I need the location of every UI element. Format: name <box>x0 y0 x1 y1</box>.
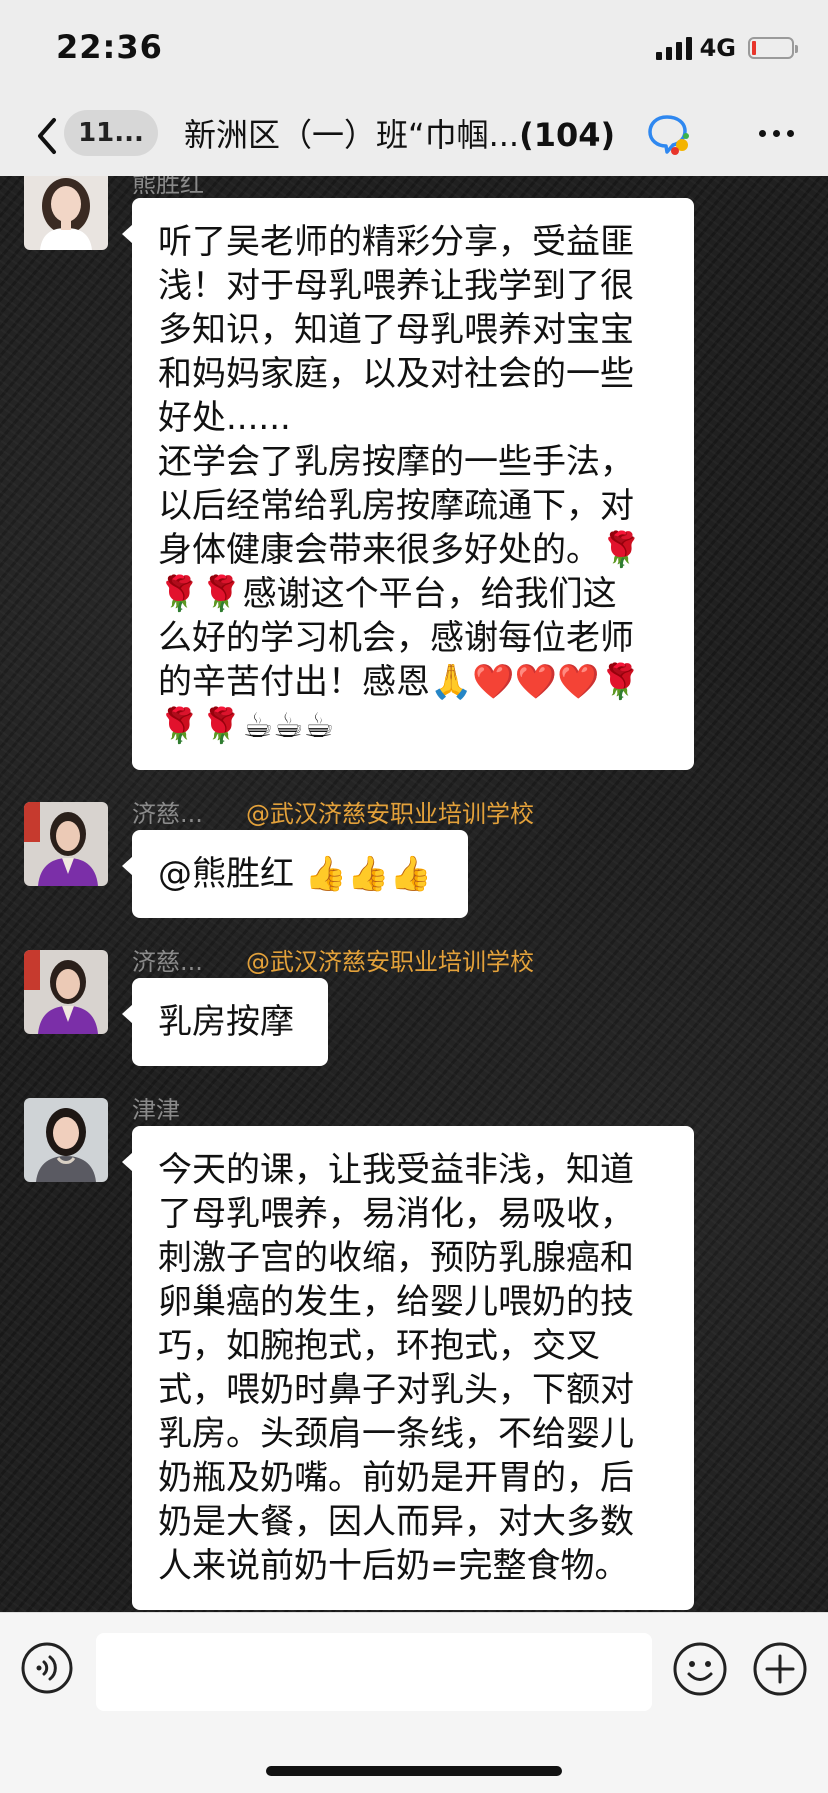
message-line: 身体健康会带来很多好处的。🌹 <box>158 530 643 570</box>
message-line: 听了吴老师的精彩分享，受益匪 <box>158 222 634 262</box>
emoji-icon[interactable] <box>672 1641 728 1697</box>
input-bar <box>0 1612 828 1793</box>
message-line: 和妈妈家庭，以及对社会的一些 <box>158 354 634 394</box>
sender-name: 津津 <box>132 1096 180 1124</box>
message-line: 以后经常给乳房按摩疏通下，对 <box>158 486 634 526</box>
message-line: 人来说前奶十后奶=完整食物。 <box>158 1546 629 1586</box>
avatar[interactable] <box>24 802 108 886</box>
avatar[interactable] <box>24 950 108 1034</box>
avatar[interactable] <box>24 176 108 250</box>
message-input[interactable] <box>96 1633 652 1711</box>
message-bubble[interactable]: 今天的课，让我受益非浅，知道 了母乳喂养，易消化，易吸收， 刺激子宫的收缩，预防… <box>122 1126 694 1610</box>
message-line: 了母乳喂养，易消化，易吸收， <box>158 1194 634 1234</box>
top-bar: 22:36 4G 11... 新洲区（一）班“巾帼...(104) <box>0 0 828 176</box>
battery-icon <box>748 37 798 59</box>
message-line: 么好的学习机会，感谢每位老师 <box>158 618 634 658</box>
chat-header: 11... 新洲区（一）班“巾帼...(104) <box>0 100 828 176</box>
chat-area[interactable]: 熊胜红 听了吴老师的精彩分享，受益匪 浅！对于母乳喂养让我学到了很 多知识，知道… <box>0 176 828 1612</box>
status-indicators: 4G <box>655 34 798 62</box>
message-bubble[interactable]: @熊胜红 👍👍👍 <box>122 830 468 918</box>
plus-icon[interactable] <box>752 1641 808 1697</box>
message-line: 🌹🌹☕☕☕ <box>158 706 335 746</box>
sender-name: 熊胜红 <box>132 176 204 198</box>
message-bubble[interactable]: 听了吴老师的精彩分享，受益匪 浅！对于母乳喂养让我学到了很 多知识，知道了母乳喂… <box>122 198 694 770</box>
message-line: 浅！对于母乳喂养让我学到了很 <box>158 266 634 306</box>
sender-name: 济慈... <box>132 800 203 828</box>
message-line: 巧，如腕抱式，环抱式，交叉 <box>158 1326 600 1366</box>
message-line: 奶瓶及奶嘴。前奶是开胃的，后 <box>158 1458 634 1498</box>
message-line: 奶是大餐，因人而异，对大多数 <box>158 1502 634 1542</box>
chat-title[interactable]: 新洲区（一）班“巾帼...(104) <box>184 112 704 158</box>
home-indicator[interactable] <box>266 1766 562 1776</box>
more-icon[interactable] <box>759 130 794 137</box>
chat-mark-icon[interactable] <box>646 112 692 156</box>
message-line: 卵巢癌的发生，给婴儿喂奶的技 <box>158 1282 634 1322</box>
message-bubble[interactable]: 乳房按摩 <box>122 978 328 1066</box>
message-line: 的辛苦付出！感恩🙏❤️❤️❤️🌹 <box>158 662 642 702</box>
avatar[interactable] <box>24 1098 108 1182</box>
message-line: 今天的课，让我受益非浅，知道 <box>158 1150 634 1190</box>
back-arrow-icon[interactable] <box>30 112 66 160</box>
message-line: 🌹🌹感谢这个平台，给我们这 <box>158 574 617 614</box>
chat-title-text: 新洲区（一）班“巾帼... <box>184 116 520 154</box>
message-line: 好处...... <box>158 398 291 438</box>
network-type: 4G <box>699 34 736 62</box>
status-time: 22:36 <box>56 28 163 66</box>
message-line: @熊胜红 👍👍👍 <box>158 854 432 894</box>
message-line: 乳房。头颈肩一条线，不给婴儿 <box>158 1414 634 1454</box>
member-count: (104) <box>519 116 616 154</box>
sender-name: 济慈... <box>132 948 203 976</box>
voice-icon[interactable] <box>20 1641 74 1695</box>
signal-icon <box>655 36 692 60</box>
unread-count-badge[interactable]: 11... <box>64 110 158 156</box>
message-line: 乳房按摩 <box>158 1002 294 1042</box>
message-line: 刺激子宫的收缩，预防乳腺癌和 <box>158 1238 634 1278</box>
message-line: 式，喂奶时鼻子对乳头，下额对 <box>158 1370 634 1410</box>
message-line: 多知识，知道了母乳喂养对宝宝 <box>158 310 634 350</box>
mention-tag[interactable]: @武汉济慈安职业培训学校 <box>246 942 534 977</box>
mention-tag[interactable]: @武汉济慈安职业培训学校 <box>246 794 534 829</box>
message-line: 还学会了乳房按摩的一些手法， <box>158 442 634 482</box>
